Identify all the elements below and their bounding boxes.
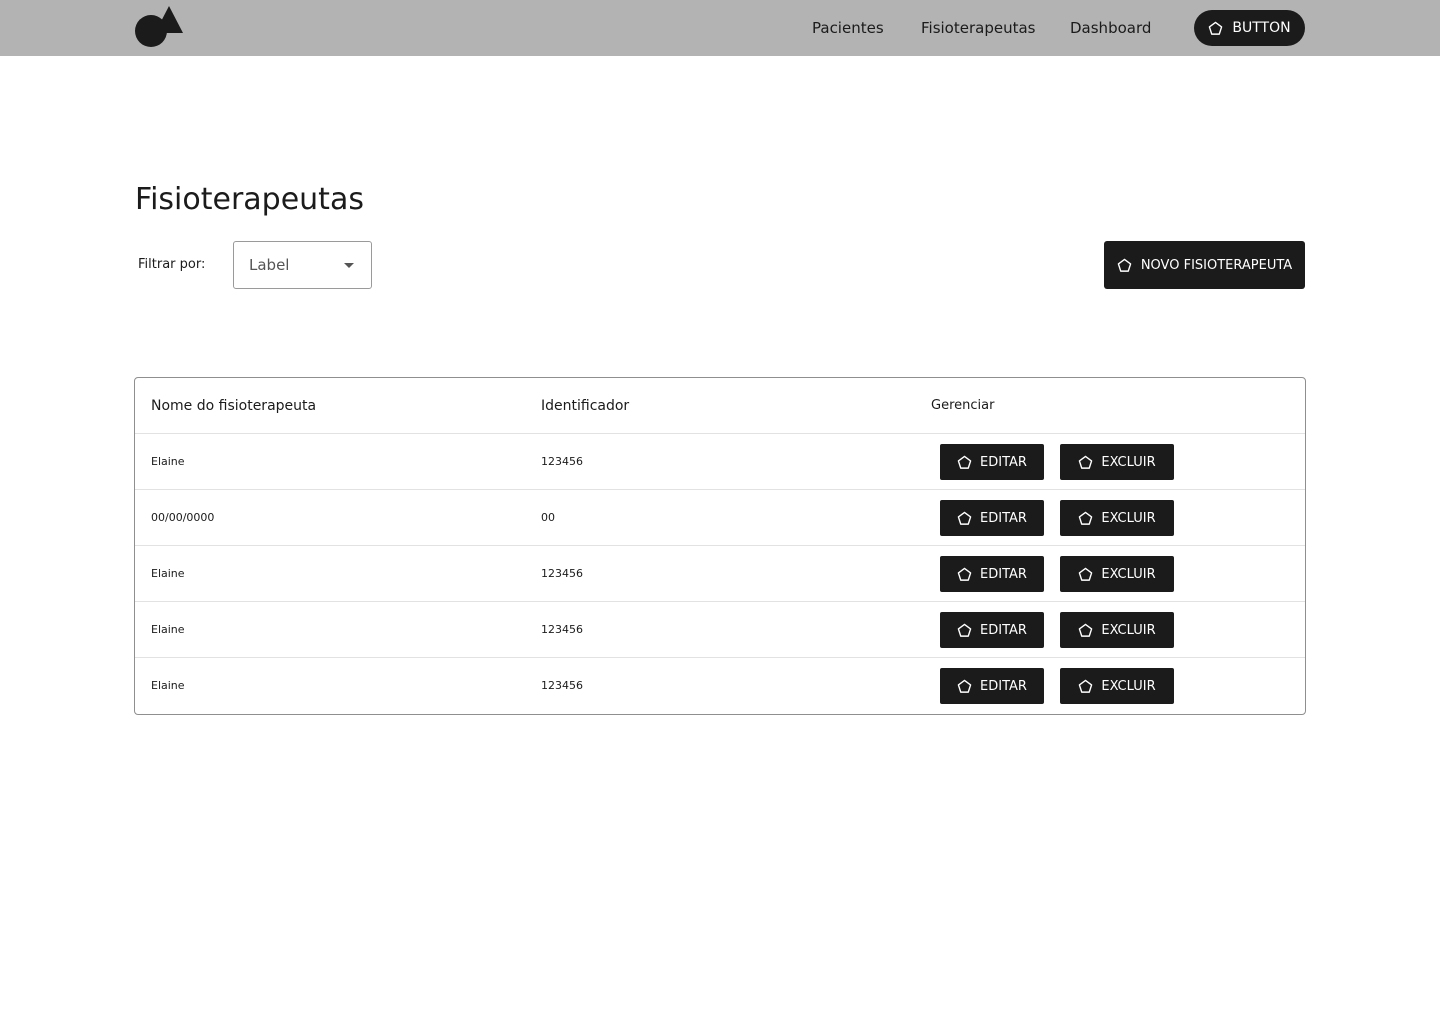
filter-select-value: Label: [249, 256, 290, 274]
edit-button-label: EDITAR: [980, 678, 1027, 694]
edit-button-label: EDITAR: [980, 566, 1027, 582]
logo[interactable]: [135, 6, 183, 48]
pentagon-icon: [957, 511, 972, 525]
nav-link-pacientes[interactable]: Pacientes: [812, 18, 884, 38]
table-header: Nome do fisioterapeuta Identificador Ger…: [135, 378, 1305, 434]
pentagon-icon: [1079, 455, 1093, 469]
cell-nome: Elaine: [151, 455, 185, 468]
new-fisioterapeuta-button[interactable]: NOVO FISIOTERAPEUTA: [1104, 241, 1305, 289]
table-row: Elaine 123456 EDITAR EXCLUIR: [135, 658, 1305, 714]
edit-button-label: EDITAR: [980, 454, 1027, 470]
edit-button[interactable]: EDITAR: [940, 500, 1044, 536]
delete-button[interactable]: EXCLUIR: [1060, 668, 1174, 704]
pentagon-icon: [957, 679, 972, 693]
new-fisioterapeuta-label: NOVO FISIOTERAPEUTA: [1140, 257, 1293, 273]
cell-identificador: 00: [541, 511, 555, 524]
cell-nome: Elaine: [151, 623, 185, 636]
pentagon-icon: [957, 567, 972, 581]
delete-button-label: EXCLUIR: [1101, 678, 1156, 694]
cell-identificador: 123456: [541, 567, 583, 580]
pentagon-icon: [1079, 623, 1093, 637]
pentagon-icon: [957, 623, 972, 637]
header-gerenciar: Gerenciar: [931, 398, 995, 413]
edit-button[interactable]: EDITAR: [940, 444, 1044, 480]
table-row: Elaine 123456 EDITAR EXCLUIR: [135, 602, 1305, 658]
cell-identificador: 123456: [541, 679, 583, 692]
filter-select[interactable]: Label: [233, 241, 372, 289]
table-row: 00/00/0000 00 EDITAR EXCLUIR: [135, 490, 1305, 546]
pentagon-icon: [1079, 679, 1093, 693]
table-body: Elaine 123456 EDITAR EXCLUIR 00/00/0000 00 EDI…: [135, 434, 1305, 714]
cell-nome: Elaine: [151, 679, 185, 692]
pentagon-icon: [957, 455, 972, 469]
cell-identificador: 123456: [541, 455, 583, 468]
header-nome: Nome do fisioterapeuta: [151, 398, 317, 414]
delete-button[interactable]: EXCLUIR: [1060, 444, 1174, 480]
cell-identificador: 123456: [541, 623, 583, 636]
pentagon-icon: [1079, 567, 1093, 581]
delete-button-label: EXCLUIR: [1101, 454, 1156, 470]
caret-down-icon: [344, 263, 354, 268]
pentagon-icon: [1079, 511, 1093, 525]
header-identificador: Identificador: [541, 398, 630, 414]
edit-button[interactable]: EDITAR: [940, 612, 1044, 648]
delete-button[interactable]: EXCLUIR: [1060, 556, 1174, 592]
page-title: Fisioterapeutas: [135, 182, 364, 217]
fisioterapeutas-table: Nome do fisioterapeuta Identificador Ger…: [134, 377, 1306, 715]
cell-nome: 00/00/0000: [151, 511, 215, 524]
table-row: Elaine 123456 EDITAR EXCLUIR: [135, 434, 1305, 490]
edit-button-label: EDITAR: [980, 510, 1027, 526]
delete-button-label: EXCLUIR: [1101, 622, 1156, 638]
pentagon-icon: [1209, 21, 1223, 35]
nav-action-button-label: BUTTON: [1232, 20, 1291, 36]
top-navbar: Pacientes Fisioterapeutas Dashboard BUTT…: [0, 0, 1440, 56]
delete-button-label: EXCLUIR: [1101, 510, 1156, 526]
filter-label: Filtrar por:: [138, 257, 206, 272]
table-row: Elaine 123456 EDITAR EXCLUIR: [135, 546, 1305, 602]
delete-button[interactable]: EXCLUIR: [1060, 500, 1174, 536]
nav-link-fisioterapeutas[interactable]: Fisioterapeutas: [921, 18, 1035, 38]
pentagon-icon: [1117, 258, 1132, 272]
edit-button[interactable]: EDITAR: [940, 556, 1044, 592]
delete-button[interactable]: EXCLUIR: [1060, 612, 1174, 648]
nav-action-button[interactable]: BUTTON: [1194, 10, 1305, 46]
edit-button-label: EDITAR: [980, 622, 1027, 638]
delete-button-label: EXCLUIR: [1101, 566, 1156, 582]
nav-link-dashboard[interactable]: Dashboard: [1070, 18, 1151, 38]
cell-nome: Elaine: [151, 567, 185, 580]
edit-button[interactable]: EDITAR: [940, 668, 1044, 704]
